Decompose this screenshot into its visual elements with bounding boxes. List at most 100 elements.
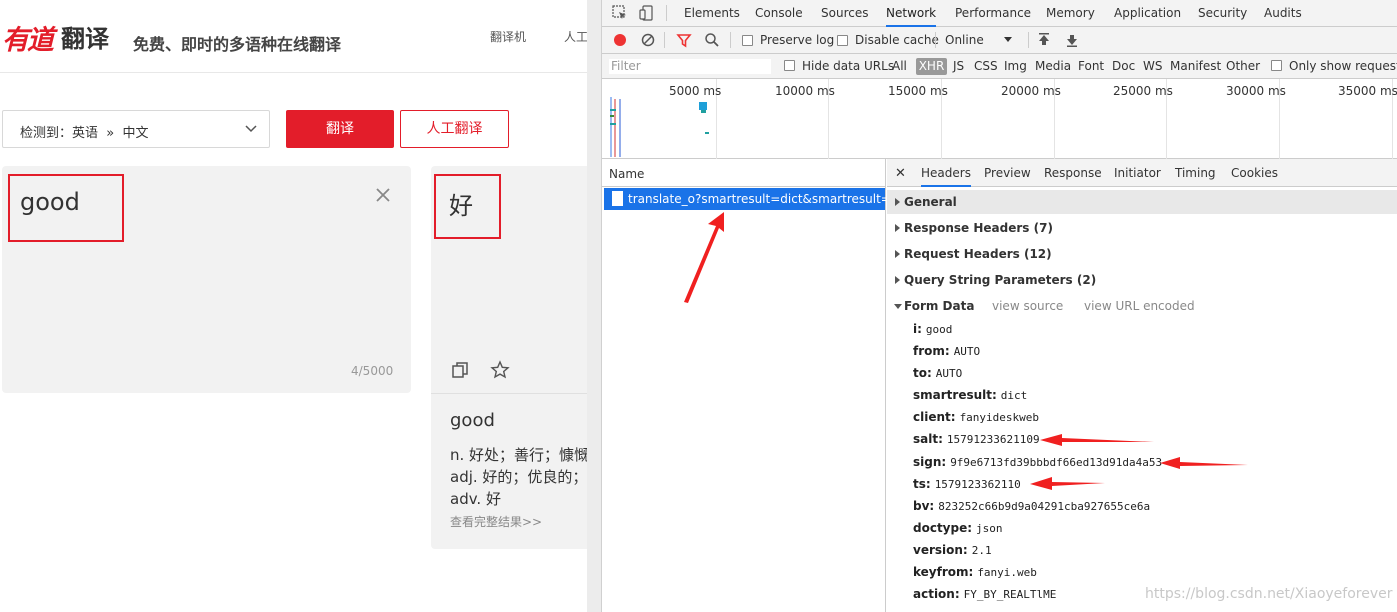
filter-type-img[interactable]: Img (1004, 59, 1027, 73)
filter-type-xhr[interactable]: XHR (916, 58, 947, 75)
close-icon[interactable]: ✕ (895, 166, 906, 181)
expand-icon (895, 250, 900, 258)
splitter[interactable] (587, 0, 602, 612)
section-response-headers[interactable]: Response Headers (7) (887, 216, 1397, 240)
request-list-header[interactable]: Name (602, 159, 886, 187)
tab-preview[interactable]: Preview (984, 159, 1031, 187)
tab-cookies[interactable]: Cookies (1231, 159, 1278, 187)
section-form-data[interactable]: Form Data view source view URL encoded (887, 294, 1397, 318)
request-details: ✕ Headers Preview Response Initiator Tim… (887, 159, 1397, 612)
filter-icon[interactable] (676, 32, 692, 48)
filter-type-media[interactable]: Media (1035, 59, 1071, 73)
tab-audits[interactable]: Audits (1264, 0, 1302, 27)
tab-application[interactable]: Application (1114, 0, 1181, 27)
tab-headers[interactable]: Headers (921, 159, 971, 187)
only-show-requests-checkbox[interactable] (1271, 60, 1282, 71)
section-query-string[interactable]: Query String Parameters (2) (887, 268, 1397, 292)
import-har-icon[interactable] (1036, 32, 1052, 48)
dict-definition: n. 好处；善行；慷慨 (450, 446, 587, 464)
filter-input[interactable]: Filter (608, 58, 772, 75)
tab-memory[interactable]: Memory (1046, 0, 1095, 27)
form-data-row: sign: 9f9e6713fd39bbbdf66ed13d91da4a53 (913, 455, 1162, 473)
device-toolbar-icon[interactable] (639, 5, 655, 21)
export-har-icon[interactable] (1064, 32, 1080, 48)
tab-performance[interactable]: Performance (955, 0, 1031, 27)
view-url-encoded-link[interactable]: view URL encoded (1084, 299, 1195, 313)
expand-icon (895, 224, 900, 232)
filter-type-ws[interactable]: WS (1143, 59, 1162, 73)
devtools-tabbar: Elements Console Sources Network Perform… (602, 0, 1397, 27)
view-source-link[interactable]: view source (992, 299, 1063, 313)
search-icon[interactable] (704, 32, 720, 48)
disable-cache-checkbox[interactable] (837, 35, 848, 46)
filter-type-font[interactable]: Font (1078, 59, 1104, 73)
section-general[interactable]: General (887, 190, 1397, 214)
form-data-key: from: (913, 344, 950, 358)
nav-human-translation[interactable]: 人工 (564, 28, 587, 45)
close-icon[interactable] (374, 186, 392, 204)
tab-console[interactable]: Console (755, 0, 803, 27)
inspect-element-icon[interactable] (612, 5, 628, 21)
section-title: Response Headers (7) (904, 221, 1053, 235)
dict-definition: adj. 好的；优良的； (450, 468, 587, 486)
form-data-row: doctype: json (913, 521, 1003, 539)
nav-translator-device[interactable]: 翻译机 (490, 28, 526, 45)
form-data-value: 1579123362110 (934, 478, 1021, 491)
form-data-row: bv: 823252c66b9d9a04291cba927655ce6a (913, 499, 1150, 517)
separator (666, 5, 667, 21)
request-row-selected[interactable]: translate_o?smartresult=dict&smartresult… (604, 188, 914, 210)
tab-elements[interactable]: Elements (684, 0, 740, 27)
hide-data-urls-checkbox[interactable] (784, 60, 795, 71)
translate-button[interactable]: 翻译 (286, 110, 394, 148)
filter-type-js[interactable]: JS (953, 59, 964, 73)
filter-type-other[interactable]: Other (1226, 59, 1260, 73)
expand-icon (895, 276, 900, 284)
form-data-key: version: (913, 543, 968, 557)
tab-timing[interactable]: Timing (1175, 159, 1216, 187)
form-data-row: client: fanyideskweb (913, 410, 1039, 428)
form-data-key: salt: (913, 432, 943, 446)
record-icon[interactable] (612, 32, 628, 48)
form-data-row: from: AUTO (913, 344, 980, 362)
human-translate-button[interactable]: 人工翻译 (400, 110, 509, 148)
star-icon[interactable] (490, 360, 510, 380)
form-data-key: action: (913, 587, 960, 601)
tab-initiator[interactable]: Initiator (1114, 159, 1161, 187)
filter-type-css[interactable]: CSS (974, 59, 998, 73)
separator (1028, 32, 1029, 48)
filter-type-doc[interactable]: Doc (1112, 59, 1135, 73)
youdao-logo-text[interactable]: 翻译 (61, 19, 109, 54)
tab-network[interactable]: Network (886, 0, 937, 27)
clear-icon[interactable] (640, 32, 656, 48)
form-data-value: AUTO (935, 367, 963, 380)
filter-type-all[interactable]: All (892, 59, 907, 73)
youdao-logo[interactable]: 有道 (2, 18, 54, 57)
disable-cache-label: Disable cache (855, 33, 939, 47)
timeline-waterfall (610, 97, 709, 157)
language-select[interactable]: 检测到：英语 » 中文 (2, 110, 270, 148)
chevron-down-icon (245, 125, 257, 133)
tab-sources[interactable]: Sources (821, 0, 868, 27)
form-data-key: sign: (913, 455, 947, 469)
form-data-value: 2.1 (971, 544, 992, 557)
preserve-log-checkbox[interactable] (742, 35, 753, 46)
filter-type-manifest[interactable]: Manifest (1170, 59, 1221, 73)
timeline-label: 10000 ms (775, 84, 835, 98)
copy-icon[interactable] (451, 361, 469, 379)
section-request-headers[interactable]: Request Headers (12) (887, 242, 1397, 266)
dict-word: good (450, 410, 495, 431)
tab-response[interactable]: Response (1044, 159, 1102, 187)
throttle-select[interactable]: Online (945, 33, 984, 47)
devtools-panel: Elements Console Sources Network Perform… (602, 0, 1397, 612)
view-full-results-link[interactable]: 查看完整结果>> (450, 513, 542, 530)
network-timeline[interactable]: 5000 ms 10000 ms 15000 ms 20000 ms 25000… (602, 79, 1397, 159)
tab-security[interactable]: Security (1198, 0, 1247, 27)
section-title: General (904, 195, 957, 209)
timeline-label: 20000 ms (1001, 84, 1061, 98)
form-data-value: 823252c66b9d9a04291cba927655ce6a (938, 500, 1151, 513)
expand-icon (895, 198, 900, 206)
form-data-value: 9f9e6713fd39bbbdf66ed13d91da4a53 (950, 456, 1163, 469)
divider (431, 393, 587, 394)
timeline-label: 35000 ms (1338, 84, 1397, 98)
form-data-value: dict (1000, 389, 1028, 402)
